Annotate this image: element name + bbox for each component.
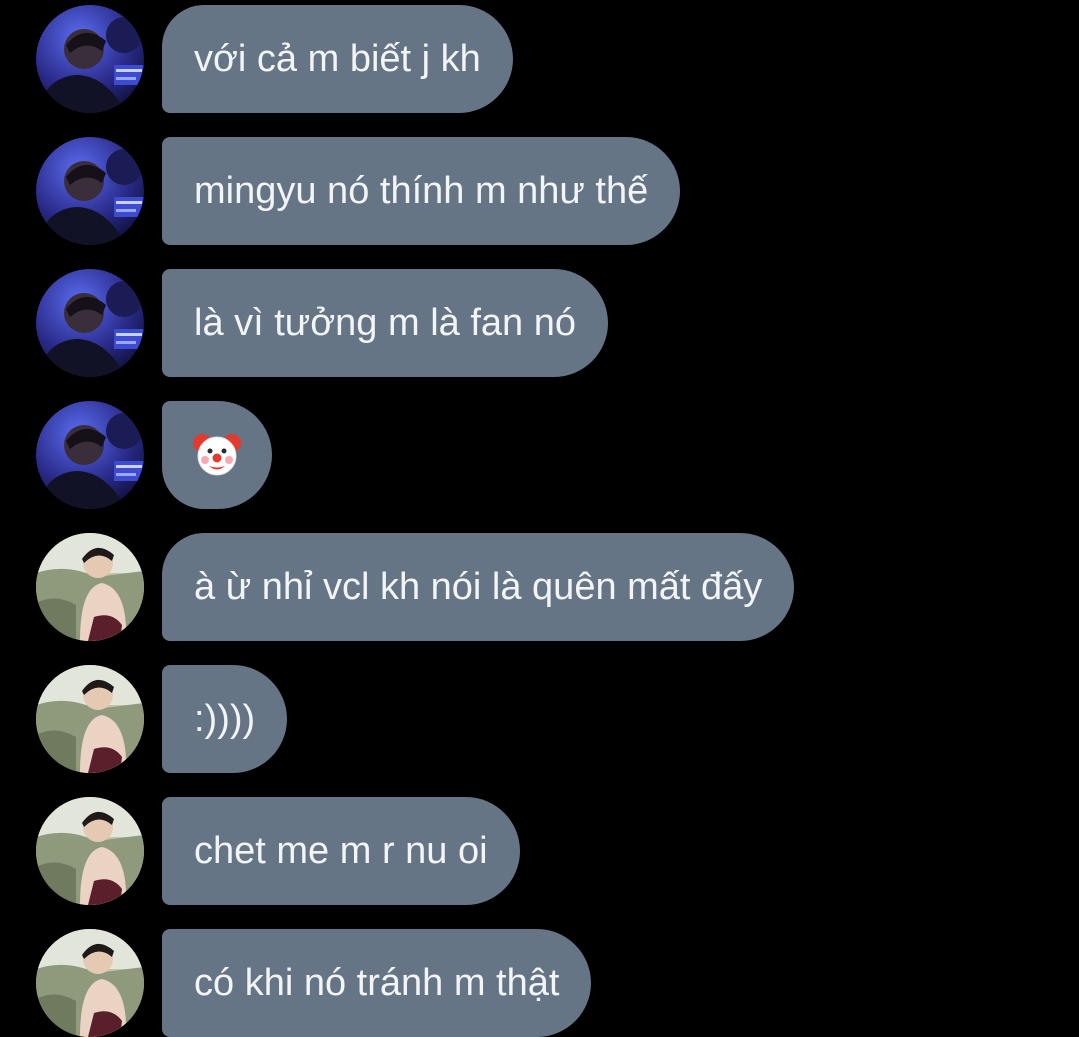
message-bubble[interactable]: :)))) — [162, 665, 288, 773]
avatar-contact-b-icon — [36, 797, 144, 905]
avatar-contact-a-icon — [36, 137, 144, 245]
message-bubble[interactable]: có khi nó tránh m thật — [162, 929, 592, 1037]
chat-thread: với cả m biết j kh mingyu nó thính m như… — [0, 0, 1079, 1037]
message-text: mingyu nó thính m như thế — [194, 170, 649, 212]
message-row: mingyu nó thính m như thế — [0, 137, 1079, 245]
message-row: chet me m r nu oi — [0, 797, 1079, 905]
message-row: :)))) — [0, 665, 1079, 773]
message-row — [0, 401, 1079, 509]
message-text: :)))) — [194, 698, 256, 740]
message-row: à ừ nhỉ vcl kh nói là quên mất đấy — [0, 533, 1079, 641]
message-text: có khi nó tránh m thật — [194, 962, 560, 1004]
message-bubble[interactable]: chet me m r nu oi — [162, 797, 520, 905]
message-bubble[interactable] — [162, 401, 272, 509]
message-row: có khi nó tránh m thật — [0, 929, 1079, 1037]
avatar-contact-a-icon — [36, 5, 144, 113]
avatar-contact-a[interactable] — [36, 137, 144, 245]
clown-face-icon — [193, 433, 241, 476]
avatar-contact-a[interactable] — [36, 401, 144, 509]
avatar-contact-b[interactable] — [36, 797, 144, 905]
avatar-contact-a-icon — [36, 269, 144, 377]
avatar-contact-b-icon — [36, 533, 144, 641]
message-bubble[interactable]: với cả m biết j kh — [162, 5, 513, 113]
avatar-contact-a[interactable] — [36, 269, 144, 377]
message-row: với cả m biết j kh — [0, 5, 1079, 113]
avatar-contact-b-icon — [36, 929, 144, 1037]
message-bubble[interactable]: à ừ nhỉ vcl kh nói là quên mất đấy — [162, 533, 795, 641]
avatar-contact-a[interactable] — [36, 5, 144, 113]
avatar-contact-b[interactable] — [36, 533, 144, 641]
message-bubble[interactable]: mingyu nó thính m như thế — [162, 137, 681, 245]
avatar-contact-b-icon — [36, 665, 144, 773]
message-text: à ừ nhỉ vcl kh nói là quên mất đấy — [194, 566, 763, 608]
avatar-contact-a-icon — [36, 401, 144, 509]
avatar-contact-b[interactable] — [36, 929, 144, 1037]
avatar-contact-b[interactable] — [36, 665, 144, 773]
message-row: là vì tưởng m là fan nó — [0, 269, 1079, 377]
message-text: với cả m biết j kh — [194, 38, 481, 80]
message-bubble[interactable]: là vì tưởng m là fan nó — [162, 269, 608, 377]
message-text: là vì tưởng m là fan nó — [194, 302, 576, 344]
message-text: chet me m r nu oi — [194, 830, 488, 872]
